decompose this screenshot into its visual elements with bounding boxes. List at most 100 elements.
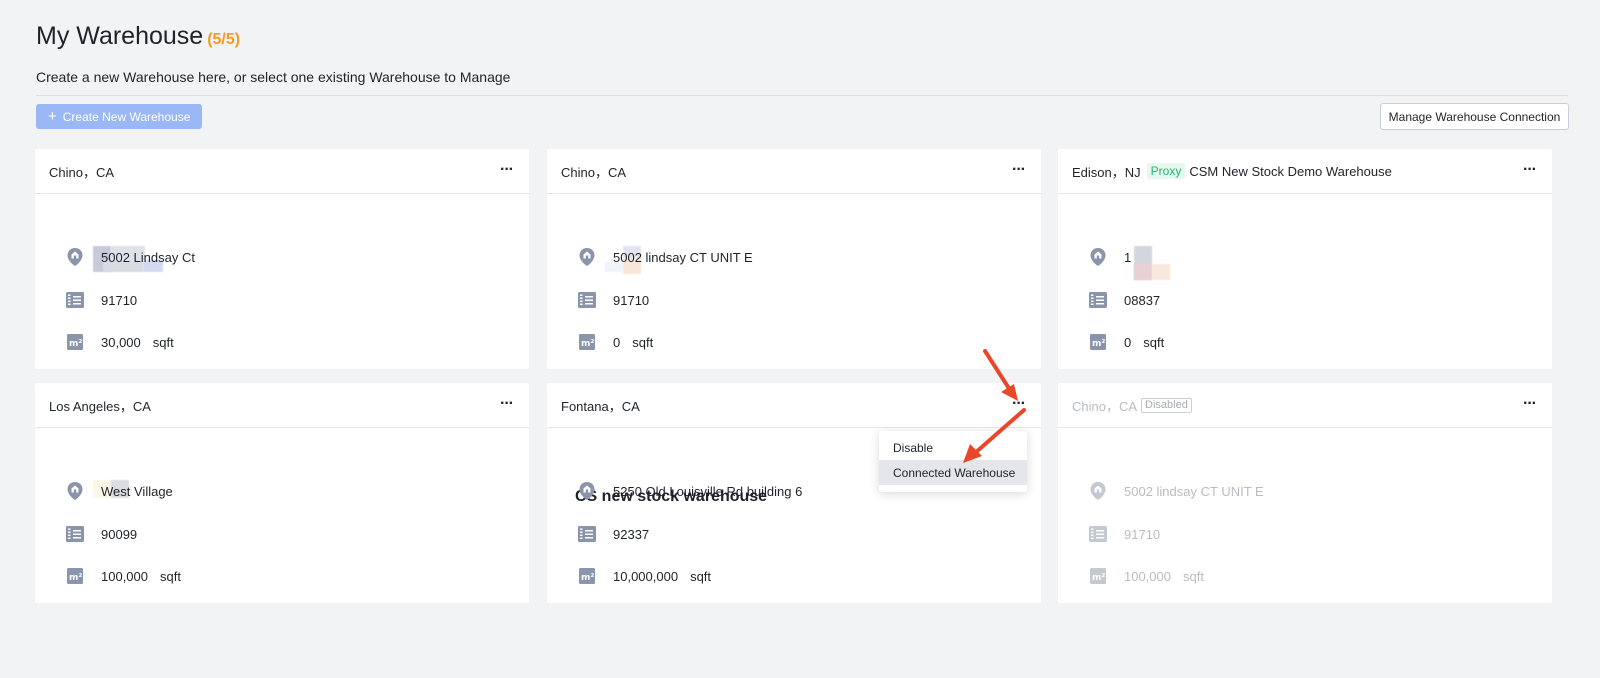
warehouse-card[interactable]: Fontana，CA ··· CS new stock warehouse 5250 … bbox=[547, 383, 1041, 603]
card-location: Fontana，CA bbox=[561, 398, 640, 414]
card-header: Los Angeles，CA ··· bbox=[35, 383, 529, 428]
zip-code-icon bbox=[65, 524, 85, 544]
card-location: Chino，CA bbox=[1072, 398, 1138, 414]
area-unit: sqft bbox=[160, 568, 181, 584]
header-divider bbox=[36, 95, 1568, 96]
address-text: 1 bbox=[1124, 249, 1132, 265]
area-unit: sqft bbox=[1143, 334, 1165, 350]
proxy-tag: Proxy bbox=[1146, 163, 1186, 179]
more-dots-icon[interactable]: ··· bbox=[1012, 395, 1026, 413]
area-unit: sqft bbox=[152, 334, 174, 350]
more-dots-icon[interactable]: ··· bbox=[1523, 395, 1537, 413]
area-value: 0 bbox=[613, 334, 621, 350]
page-subtitle: Create a new Warehouse here, or select o… bbox=[36, 69, 511, 85]
manage-warehouse-connection-button[interactable]: Manage Warehouse Connection bbox=[1380, 103, 1569, 130]
plus-icon: + bbox=[48, 108, 57, 125]
area-row: m² 30,000 sqft bbox=[65, 332, 174, 352]
area-row: m² 100,000 sqft bbox=[65, 566, 181, 586]
more-dots-icon[interactable]: ··· bbox=[1523, 161, 1537, 179]
disable-menu-item[interactable]: Disable bbox=[879, 435, 1027, 460]
page-title-text: My Warehouse bbox=[36, 22, 204, 50]
card-location: Chino，CA bbox=[49, 164, 115, 180]
svg-text:m²: m² bbox=[69, 339, 82, 349]
create-new-warehouse-button[interactable]: + Create New Warehouse bbox=[36, 104, 202, 129]
card-header: Fontana，CA ··· bbox=[547, 383, 1041, 428]
zip-code-icon bbox=[1088, 290, 1108, 310]
zip-text: 92337 bbox=[613, 526, 650, 542]
area-row: m² 10,000,000 sqft bbox=[577, 566, 711, 586]
address-text: West Village bbox=[101, 483, 173, 499]
disabled-badge: Disabled bbox=[1141, 397, 1192, 413]
location-pin-icon bbox=[1088, 481, 1108, 501]
address-row: West Village bbox=[65, 481, 173, 501]
zip-row: 91710 bbox=[65, 290, 137, 310]
card-location: Los Angeles，CA bbox=[49, 398, 151, 414]
area-row: m² 100,000 sqft bbox=[1088, 566, 1204, 586]
square-meter-icon: m² bbox=[65, 566, 85, 586]
zip-code-icon bbox=[577, 524, 597, 544]
svg-text:m²: m² bbox=[581, 573, 594, 583]
card-location: Edison，NJ bbox=[1072, 164, 1141, 180]
square-meter-icon: m² bbox=[577, 332, 597, 352]
zip-code-icon bbox=[65, 290, 85, 310]
address-row: 5002 Lindsay Ct bbox=[65, 247, 195, 267]
card-header: Chino，CA Disabled ··· bbox=[1058, 383, 1552, 428]
area-value: 0 bbox=[1124, 334, 1132, 350]
zip-text: 91710 bbox=[101, 292, 138, 308]
card-header: Chino，CA ··· bbox=[547, 149, 1041, 194]
zip-row: 91710 bbox=[577, 290, 649, 310]
address-text: 5250 Old Louisville Rd building 6 bbox=[613, 483, 803, 499]
svg-text:m²: m² bbox=[69, 573, 82, 583]
card-header: Edison，NJ Proxy CSM New Stock Demo Warehou… bbox=[1058, 149, 1552, 194]
area-value: 100,000 bbox=[101, 568, 148, 584]
card-location: Chino，CA bbox=[561, 164, 627, 180]
warehouse-card[interactable]: Chino，CA ··· 5002 Lindsay Ct 91710 m² 30,000 s… bbox=[35, 149, 529, 369]
zip-code-icon bbox=[1088, 524, 1108, 544]
more-dots-icon[interactable]: ··· bbox=[1012, 161, 1026, 179]
more-dots-icon[interactable]: ··· bbox=[500, 395, 514, 413]
area-unit: sqft bbox=[690, 568, 712, 584]
zip-text: 08837 bbox=[1124, 292, 1161, 308]
address-row: 5250 Old Louisville Rd building 6 bbox=[577, 481, 802, 501]
area-row: m² 0 sqft bbox=[577, 332, 653, 352]
area-row: m² 0 sqft bbox=[1088, 332, 1164, 352]
area-value: 100,000 bbox=[1124, 568, 1171, 584]
address-row: 5002 lindsay CT UNIT E bbox=[1088, 481, 1264, 501]
area-unit: sqft bbox=[632, 334, 654, 350]
address-row: 1 bbox=[1088, 247, 1131, 267]
warehouse-card[interactable]: Los Angeles，CA ··· West Village 90099 m² 100,… bbox=[35, 383, 529, 603]
create-button-label: Create New Warehouse bbox=[62, 109, 191, 124]
area-value: 10,000,000 bbox=[613, 568, 679, 584]
card-proxy-name: CSM New Stock Demo Warehouse bbox=[1189, 163, 1392, 179]
location-pin-icon bbox=[1088, 247, 1108, 267]
card-header: Chino，CA ··· bbox=[35, 149, 529, 194]
connected-warehouse-menu-item[interactable]: Connected Warehouse bbox=[879, 460, 1027, 485]
svg-text:m²: m² bbox=[581, 339, 594, 349]
warehouse-card[interactable]: Edison，NJ Proxy CSM New Stock Demo Warehou… bbox=[1058, 149, 1552, 369]
zip-text: 91710 bbox=[1124, 526, 1161, 542]
zip-row: 91710 bbox=[1088, 524, 1160, 544]
zip-row: 92337 bbox=[577, 524, 649, 544]
svg-text:m²: m² bbox=[1092, 339, 1105, 349]
location-pin-icon bbox=[577, 481, 597, 501]
svg-text:m²: m² bbox=[1092, 573, 1105, 583]
more-dots-icon[interactable]: ··· bbox=[500, 161, 514, 179]
location-pin-icon bbox=[577, 247, 597, 267]
zip-row: 08837 bbox=[1088, 290, 1160, 310]
area-value: 30,000 bbox=[101, 334, 141, 350]
warehouse-count: (5/5) bbox=[207, 31, 241, 48]
location-pin-icon bbox=[65, 481, 85, 501]
zip-row: 90099 bbox=[65, 524, 137, 544]
address-text: 5002 lindsay CT UNIT E bbox=[1124, 483, 1264, 499]
address-text: 5002 lindsay CT UNIT E bbox=[613, 249, 753, 265]
square-meter-icon: m² bbox=[1088, 566, 1108, 586]
zip-code-icon bbox=[577, 290, 597, 310]
warehouse-card[interactable]: Chino，CA ··· 5002 lindsay CT UNIT E 91710 m²… bbox=[547, 149, 1041, 369]
area-unit: sqft bbox=[1183, 568, 1204, 584]
address-text: 5002 Lindsay Ct bbox=[101, 249, 195, 265]
warehouse-card[interactable]: Chino，CA Disabled ··· 5002 lindsay CT UNIT … bbox=[1058, 383, 1552, 603]
card-actions-dropdown: Disable Connected Warehouse bbox=[879, 431, 1027, 492]
address-row: 5002 lindsay CT UNIT E bbox=[577, 247, 753, 267]
page-title: My Warehouse (5/5) bbox=[36, 22, 240, 51]
zip-text: 91710 bbox=[613, 292, 650, 308]
